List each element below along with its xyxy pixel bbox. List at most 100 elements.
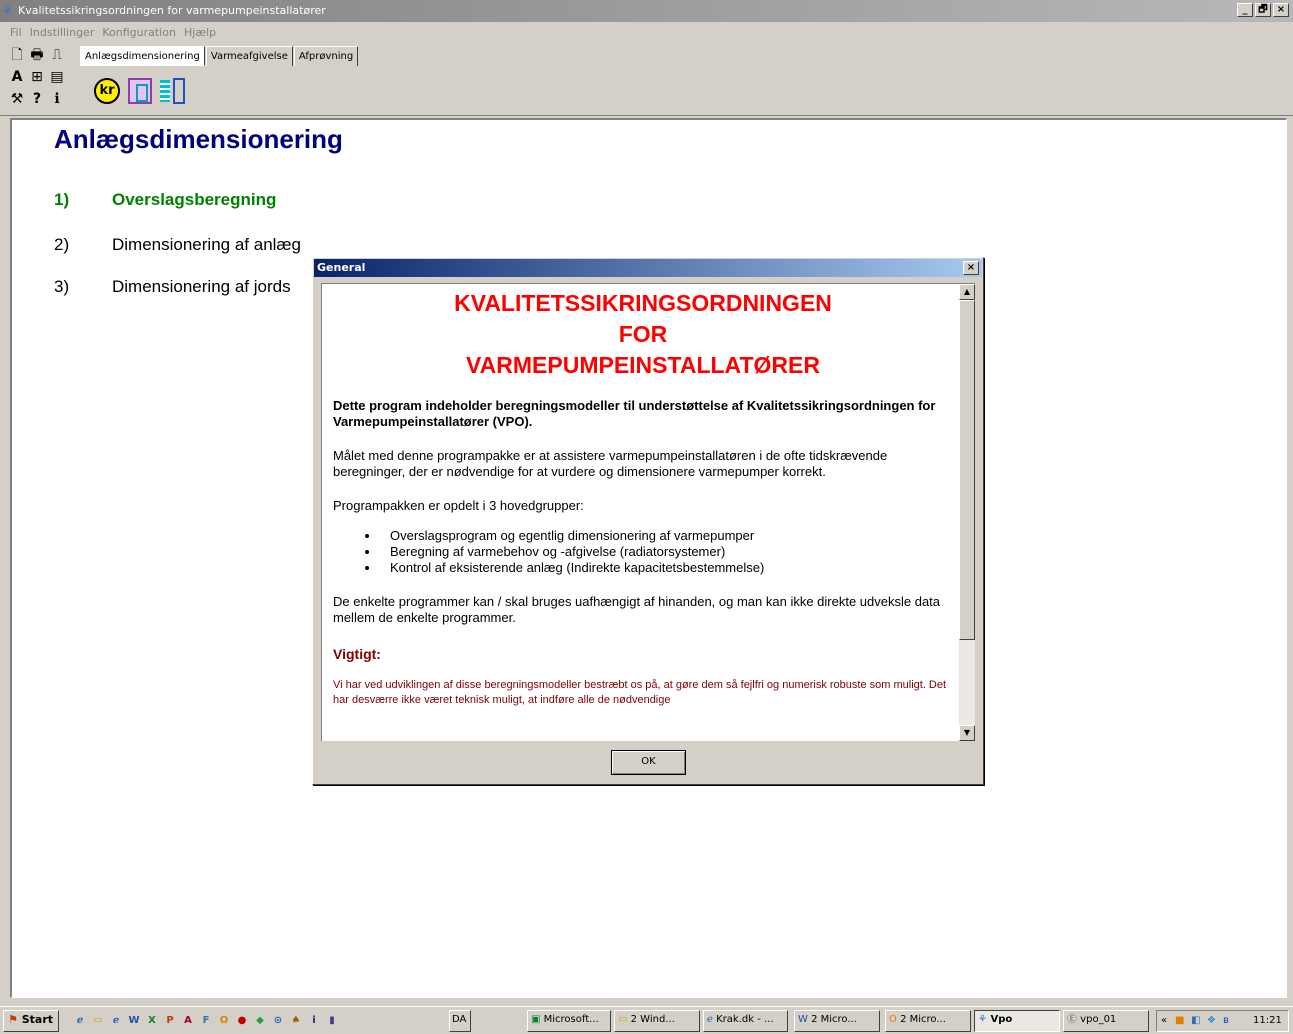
page-title: Anlægsdimensionering <box>54 124 343 154</box>
diagram-icon[interactable]: ⎍ <box>48 46 66 64</box>
ie-icon[interactable]: ℯ <box>72 1013 88 1029</box>
important-paragraph: Vi har ved udviklingen af disse beregnin… <box>333 679 947 706</box>
document-icon: Ⓔ <box>1067 1014 1077 1025</box>
minimize-button[interactable]: _ <box>1237 3 1253 17</box>
task-label: Krak.dk - ... <box>716 1014 774 1025</box>
tab-anlaegsdimensionering[interactable]: Anlægsdimensionering <box>80 46 205 66</box>
goal-paragraph: Målet med denne programpakke er at assis… <box>333 448 888 479</box>
task-outlook-group[interactable]: O 2 Micro... <box>885 1010 971 1032</box>
start-label: Start <box>21 1013 54 1026</box>
folder-icon: ▭ <box>618 1014 628 1025</box>
new-document-icon[interactable]: 🗋 <box>8 46 26 64</box>
radiator-icon[interactable] <box>160 78 186 104</box>
groups-list: Overslagsprogram og egentlig dimensioner… <box>333 528 953 576</box>
ie-icon: ℯ <box>707 1014 713 1025</box>
dialog-text-area[interactable]: KVALITETSSIKRINGSORDNINGEN FOR VARMEPUMP… <box>321 283 975 741</box>
bluetooth-icon[interactable]: ʙ <box>1223 1011 1229 1031</box>
app-icon: ⚘ <box>978 1014 987 1025</box>
help-icon[interactable]: ? <box>28 90 46 108</box>
media-icon[interactable]: ⊙ <box>270 1013 286 1029</box>
word-icon[interactable]: W <box>126 1013 142 1029</box>
task-label: 2 Micro... <box>811 1014 857 1025</box>
task-label: vpo_01 <box>1080 1014 1117 1025</box>
menu-fil[interactable]: Fil <box>6 24 26 42</box>
dialog-title-bar[interactable]: General × <box>314 259 982 277</box>
windows-flag-icon: ⚑ <box>8 1013 18 1026</box>
taskbar: ⚑ Start ℯ ▭ ℯ W X P A F O ● ◆ ⊙ ♠ i ▮ DA… <box>0 1006 1293 1034</box>
network-tray-icon[interactable]: ◧ <box>1191 1011 1200 1031</box>
table-icon[interactable]: ▤ <box>48 68 66 86</box>
font-icon[interactable]: A <box>8 68 26 86</box>
access-icon[interactable]: A <box>180 1013 196 1029</box>
task-word-group[interactable]: W 2 Micro... <box>794 1010 880 1032</box>
cabinet-icon[interactable] <box>128 78 152 104</box>
clock[interactable]: 11:21 <box>1253 1011 1282 1031</box>
network-app-icon[interactable]: ◆ <box>252 1013 268 1029</box>
network-icon[interactable]: ⊞ <box>28 68 46 86</box>
maximize-button[interactable]: 🗗 <box>1255 3 1271 17</box>
tab-afproevning[interactable]: Afprøvning <box>293 46 359 66</box>
chevron-left-icon[interactable]: « <box>1161 1011 1167 1031</box>
list-item: Overslagsprogram og egentlig dimensioner… <box>380 528 953 544</box>
start-button[interactable]: ⚑ Start <box>3 1010 59 1032</box>
dialog-scrollbar[interactable]: ▲ ▼ <box>959 284 975 741</box>
groups-paragraph: Programpakken er opdelt i 3 hovedgrupper… <box>333 498 584 513</box>
language-indicator[interactable]: DA <box>449 1010 471 1032</box>
info-icon[interactable]: ℹ <box>48 90 66 108</box>
kr-cost-icon[interactable]: kr <box>94 78 120 104</box>
step-label: Overslagsberegning <box>112 190 277 209</box>
window-title-bar[interactable]: ⚘ Kvalitetssikringsordningen for varmepu… <box>0 0 1293 22</box>
tool-icon[interactable]: ♠ <box>288 1013 304 1029</box>
frontpage-icon[interactable]: F <box>198 1013 214 1029</box>
splash-line: KVALITETSSIKRINGSORDNINGEN <box>454 290 832 316</box>
tab-strip: Anlægsdimensionering Varmeafgivelse Afpr… <box>80 46 359 66</box>
powerpoint-icon[interactable]: P <box>162 1013 178 1029</box>
outlook-icon[interactable]: O <box>216 1013 232 1029</box>
radiator-frame <box>173 78 185 104</box>
task-windows-group[interactable]: ▭ 2 Wind... <box>614 1010 700 1032</box>
scroll-up-arrow-icon[interactable]: ▲ <box>959 284 975 300</box>
step-number: 2) <box>54 235 70 254</box>
print-icon[interactable]: 🖶 <box>28 46 46 64</box>
app-icon-2[interactable]: ▮ <box>324 1013 340 1029</box>
general-dialog: General × KVALITETSSIKRINGSORDNINGEN FOR… <box>312 257 984 785</box>
task-label: 2 Wind... <box>630 1014 675 1025</box>
menu-hjaelp[interactable]: Hjælp <box>180 24 220 42</box>
outlook-tray-icon[interactable]: ■ <box>1175 1011 1184 1031</box>
menu-bar: Fil Indstillinger Konfiguration Hjælp <box>0 24 220 42</box>
list-item: Beregning af varmebehov og -afgivelse (r… <box>380 544 953 560</box>
excel-icon: ▣ <box>531 1014 541 1025</box>
task-krak[interactable]: ℯ Krak.dk - ... <box>703 1010 788 1032</box>
ok-button[interactable]: OK <box>611 750 686 775</box>
step-overslagsberegning[interactable]: 1) Overslagsberegning <box>54 190 276 210</box>
antivirus-icon[interactable]: ● <box>234 1013 250 1029</box>
folder-icon[interactable]: ▭ <box>90 1013 106 1029</box>
window-title: Kvalitetssikringsordningen for varmepump… <box>18 4 326 17</box>
scroll-down-arrow-icon[interactable]: ▼ <box>959 725 975 741</box>
dialog-close-button[interactable]: × <box>963 261 979 275</box>
dialog-title: General <box>317 261 366 274</box>
step-number: 3) <box>54 277 70 296</box>
close-button[interactable]: × <box>1273 3 1289 17</box>
scroll-thumb[interactable] <box>959 300 975 640</box>
browser-icon[interactable]: ℯ <box>108 1013 124 1029</box>
toolbar: 🗋 🖶 ⎍ A ⊞ ▤ ⚒ ? ℹ Anlægsdimensionering V… <box>0 44 1293 116</box>
task-vpo[interactable]: ⚘ Vpo <box>974 1010 1060 1032</box>
info-app-icon[interactable]: i <box>306 1013 322 1029</box>
excel-icon[interactable]: X <box>144 1013 160 1029</box>
step-dimensionering-anlaeg[interactable]: 2) Dimensionering af anlæg <box>54 235 301 255</box>
menu-konfiguration[interactable]: Konfiguration <box>98 24 180 42</box>
task-label: Microsoft... <box>543 1014 599 1025</box>
step-label: Dimensionering af anlæg <box>112 235 301 254</box>
step-label: Dimensionering af jords <box>112 277 291 296</box>
step-dimensionering-jords[interactable]: 3) Dimensionering af jords <box>54 277 291 297</box>
task-vpo-01[interactable]: Ⓔ vpo_01 <box>1063 1010 1149 1032</box>
menu-indstillinger[interactable]: Indstillinger <box>26 24 99 42</box>
tools-icon[interactable]: ⚒ <box>8 90 26 108</box>
splash-line: FOR <box>618 321 668 347</box>
task-label: Vpo <box>990 1014 1013 1025</box>
dropbox-icon[interactable]: ❖ <box>1207 1011 1216 1031</box>
tab-varmeafgivelse[interactable]: Varmeafgivelse <box>205 46 293 66</box>
task-microsoft[interactable]: ▣ Microsoft... <box>527 1010 611 1032</box>
system-tray: « ■ ◧ ❖ ʙ 11:21 <box>1156 1010 1289 1032</box>
